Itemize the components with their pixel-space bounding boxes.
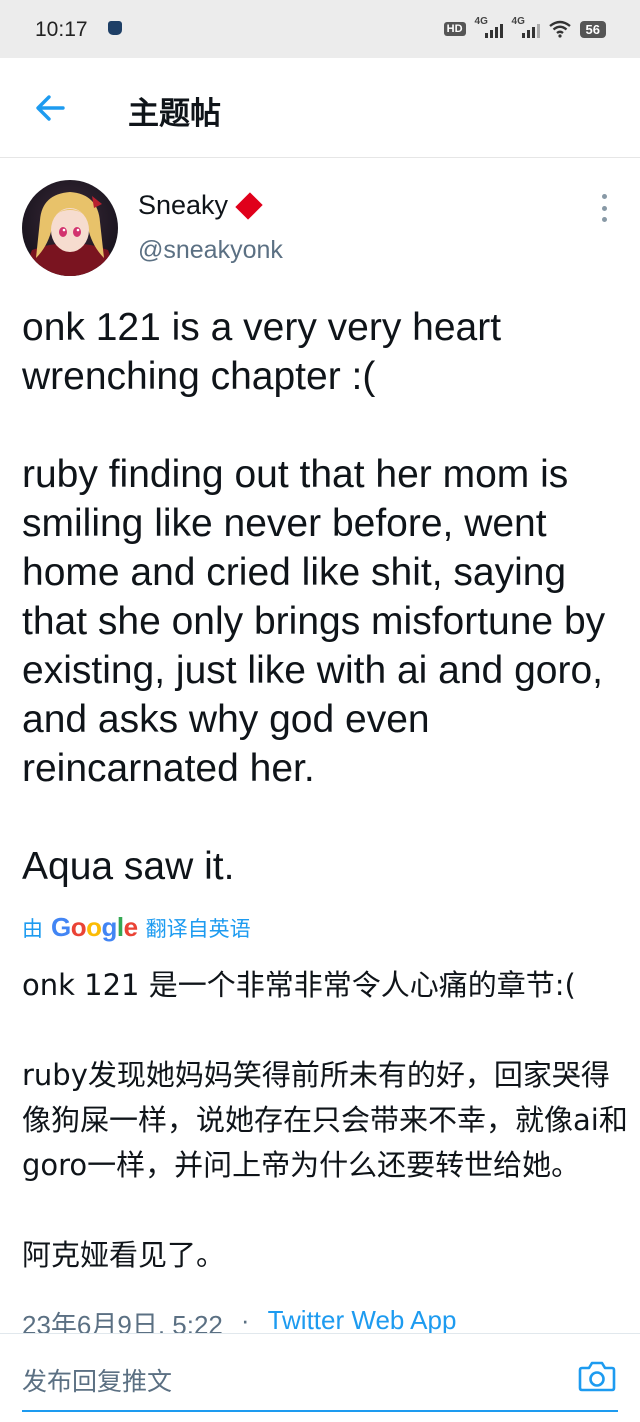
notification-app-icon	[108, 21, 122, 35]
hd-voice-icon: HD	[443, 22, 466, 36]
status-time: 10:17	[35, 18, 88, 41]
translated-tweet-text: onk 121 是一个非常非常令人心痛的章节:( ruby发现她妈妈笑得前所未有…	[22, 968, 628, 1272]
author-handle[interactable]: @sneakyonk	[138, 236, 283, 265]
battery-icon: 56	[579, 20, 606, 38]
translated-by-suffix: 翻译自英语	[145, 916, 251, 941]
signal-icon: 4G	[512, 16, 540, 38]
avatar[interactable]	[22, 180, 118, 276]
translation-attribution: 由 Google 翻译自英语	[22, 912, 251, 943]
status-indicators: HD 4G 4G 56	[443, 16, 606, 38]
author-display-name: Sneaky	[138, 190, 229, 220]
reply-composer-bar: 发布回复推文	[0, 1333, 640, 1422]
google-logo: Google	[51, 912, 138, 942]
back-arrow-icon[interactable]	[30, 88, 70, 128]
diamond-icon	[235, 191, 263, 220]
author-name-row[interactable]: Sneaky	[138, 190, 263, 221]
camera-icon[interactable]	[578, 1359, 616, 1393]
reply-input-underline	[22, 1410, 618, 1412]
network-type-label: 4G	[474, 16, 488, 27]
translated-by-prefix: 由	[22, 916, 43, 941]
more-options-icon[interactable]	[596, 194, 612, 222]
wifi-icon	[548, 20, 571, 38]
network-type-label: 4G	[511, 16, 525, 27]
page-title: 主题帖	[128, 96, 221, 132]
tweet-text: onk 121 is a very very heart wrenching c…	[22, 306, 606, 888]
signal-icon: 4G	[475, 16, 503, 38]
reply-input[interactable]: 发布回复推文	[22, 1362, 172, 1398]
status-bar: 10:17 HD 4G 4G 56	[0, 0, 640, 58]
top-app-bar: 主题帖	[0, 58, 640, 158]
